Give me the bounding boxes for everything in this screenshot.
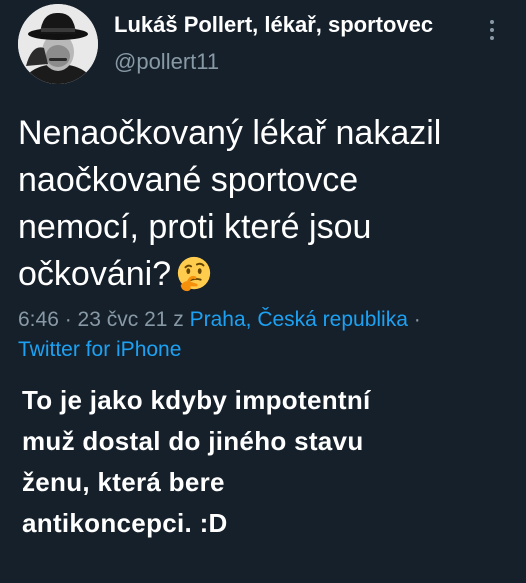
caption-line: muž dostal do jiného stavu xyxy=(22,426,364,456)
thinking-face-icon xyxy=(175,255,213,293)
dot xyxy=(490,20,494,24)
location-link[interactable]: Praha, Česká republika xyxy=(190,308,408,331)
tweet-meta: 6:46 · 23 čvc 21 z Praha, Česká republik… xyxy=(18,305,518,365)
caption-line: ženu, která bere xyxy=(22,467,225,497)
source-link[interactable]: Twitter for iPhone xyxy=(18,338,181,361)
dot xyxy=(490,36,494,40)
tweet-text-line: Nenaočkovaný lékař nakazil xyxy=(18,114,442,152)
dot xyxy=(490,28,494,32)
location-prefix: z xyxy=(167,308,190,331)
tweet-card: Lukáš Pollert, lékař, sportovec @pollert… xyxy=(0,0,526,375)
separator: · xyxy=(58,308,78,331)
meme-caption: To je jako kdyby impotentní muž dostal d… xyxy=(22,380,522,544)
tweet-time[interactable]: 6:46 xyxy=(18,308,59,331)
user-handle[interactable]: @pollert11 xyxy=(114,48,219,76)
caption-line: antikoncepci. :D xyxy=(22,508,228,538)
tweet-text-line: nemocí, proti které jsou xyxy=(18,208,372,246)
tweet-date[interactable]: 23 čvc 21 xyxy=(78,308,168,331)
separator-trailing: · xyxy=(407,308,421,331)
tweet-text: Nenaočkovaný lékař nakazil naočkované sp… xyxy=(18,110,518,298)
avatar-portrait-icon xyxy=(18,4,98,84)
tweet-text-line: očkováni? xyxy=(18,255,172,293)
display-name[interactable]: Lukáš Pollert, lékař, sportovec xyxy=(114,11,433,39)
caption-line: To je jako kdyby impotentní xyxy=(22,385,371,415)
avatar[interactable] xyxy=(18,4,98,84)
more-options-icon[interactable] xyxy=(488,16,496,44)
tweet-text-line-last: očkováni? xyxy=(18,251,518,298)
tweet-text-line: naočkované sportovce xyxy=(18,161,359,199)
